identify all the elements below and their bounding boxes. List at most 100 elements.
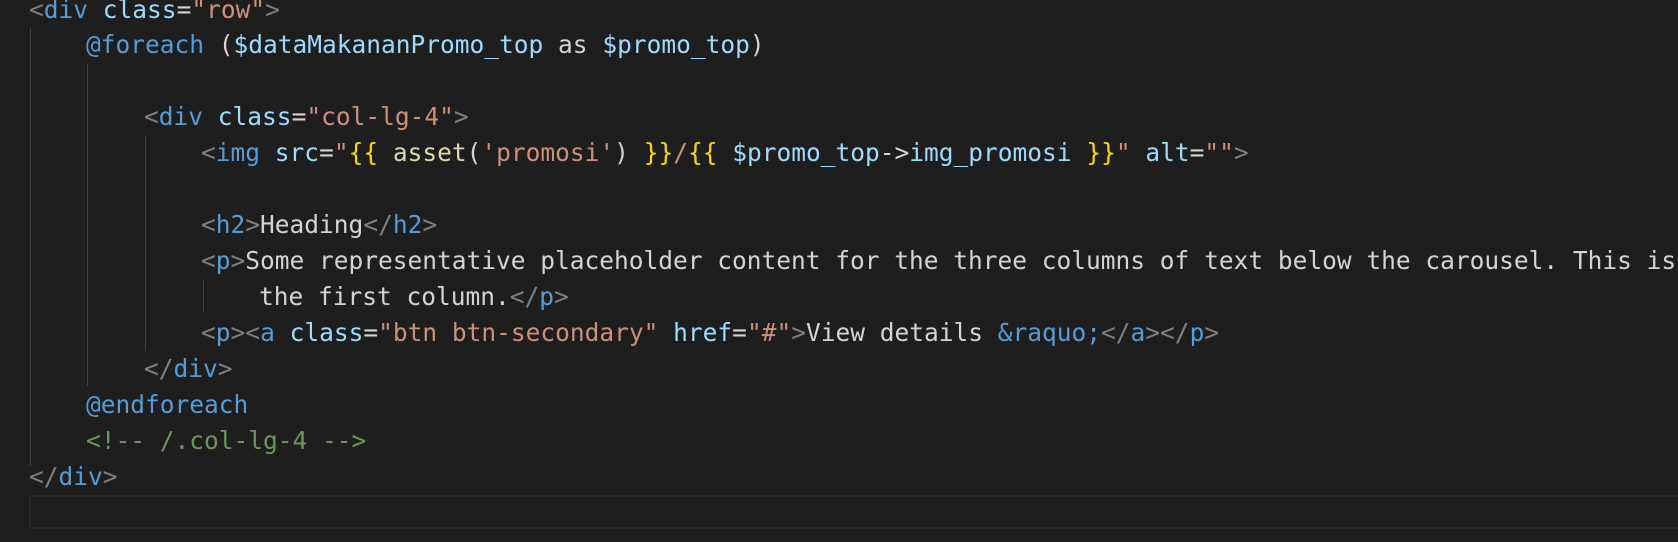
code-token: $dataMakananPromo_top [233,30,544,59]
code-line-2[interactable]: @foreach ($dataMakananPromo_top as $prom… [86,27,765,63]
code-token: "" [1204,138,1234,167]
code-token: ) [614,138,644,167]
indent-guide [203,280,204,312]
code-token: p [215,246,231,275]
code-line-4[interactable]: <div class="col-lg-4"> [144,99,469,135]
code-token: = [1189,138,1205,167]
code-token: {{ [687,138,718,167]
code-token: alt [1145,138,1190,167]
code-token: > [230,318,246,347]
code-token: as [543,30,603,59]
code-token: </ [1160,318,1190,347]
code-token: View details [805,318,998,347]
code-token: "row" [191,0,266,24]
code-token: < [201,318,216,347]
code-token: ) [749,30,765,59]
code-token: > [1233,138,1249,167]
code-token: > [245,210,261,239]
code-token: p [539,282,555,311]
code-token: < [245,318,261,347]
code-token: class [217,102,292,131]
code-token: div [58,462,103,491]
code-line-7[interactable]: <h2>Heading</h2> [201,207,437,243]
code-token: <!-- /.col-lg-4 --> [86,426,367,455]
code-token: h2 [215,210,246,239]
code-token: = [363,318,379,347]
code-token: the first column. [259,282,510,311]
code-token: </ [1101,318,1131,347]
indent-guide [87,64,88,386]
code-token: > [1204,318,1220,347]
code-token: a [260,318,275,347]
code-token: @endforeach [86,390,249,419]
code-token: div [158,102,204,131]
code-token: > [554,282,569,311]
code-token: " [333,138,349,167]
code-token: </ [29,462,59,491]
code-line-13[interactable]: <!-- /.col-lg-4 --> [86,423,366,459]
code-token: < [29,0,44,24]
code-token: ( [466,138,482,167]
code-token: asset [392,138,467,167]
code-token: @foreach [86,30,205,59]
code-token: > [217,354,233,383]
code-token: </ [144,354,174,383]
code-line-12[interactable]: @endforeach [86,387,248,423]
code-token: > [791,318,806,347]
code-token: href [673,318,733,347]
code-token: class [102,0,177,24]
code-token: div [43,0,89,24]
code-token: > [265,0,280,24]
code-token: h2 [392,210,423,239]
code-token: ( [204,30,234,59]
code-token: / [673,138,688,167]
indent-guide [145,136,146,351]
code-line-10[interactable]: <p><a class="btn btn-secondary" href="#"… [201,315,1219,351]
code-token: img [215,138,261,167]
code-token: src [274,138,320,167]
code-token: < [201,210,216,239]
code-token: "#" [746,318,792,347]
code-token: div [173,354,218,383]
code-token: p [1189,318,1205,347]
code-token: {{ [348,138,379,167]
code-line-9[interactable]: the first column.</p> [259,279,569,315]
code-token: < [201,246,216,275]
code-token: $promo_top [732,138,880,167]
code-token: img_promosi [909,138,1072,167]
code-token: > [422,210,438,239]
code-line-14[interactable]: </div> [29,459,118,495]
code-token: "col-lg-4" [306,102,454,131]
code-line-8[interactable]: <p>Some representative placeholder conte… [201,243,1676,279]
code-token: 'promosi' [481,138,615,167]
code-token: Some representative placeholder content … [245,246,1677,275]
code-token: > [453,102,469,131]
code-token: = [176,0,192,24]
code-token: class [289,318,364,347]
code-token: < [144,102,159,131]
current-line-highlight[interactable] [29,495,1678,529]
code-line-11[interactable]: </div> [144,351,233,387]
code-token: -> [879,138,910,167]
code-token: a [1130,318,1146,347]
code-token: Heading [260,210,364,239]
code-line-5[interactable]: <img src="{{ asset('promosi') }}/{{ $pro… [201,135,1249,171]
code-line-1[interactable]: <div class="row"> [29,0,280,28]
code-token: > [102,462,118,491]
code-token: " [1115,138,1131,167]
code-token: $promo_top [602,30,750,59]
code-token: < [201,138,216,167]
code-editor[interactable]: <div class="row"> @foreach ($dataMakanan… [0,0,1678,542]
code-token: p [215,318,231,347]
code-token: }} [643,138,674,167]
code-token: = [319,138,334,167]
code-token: = [291,102,307,131]
